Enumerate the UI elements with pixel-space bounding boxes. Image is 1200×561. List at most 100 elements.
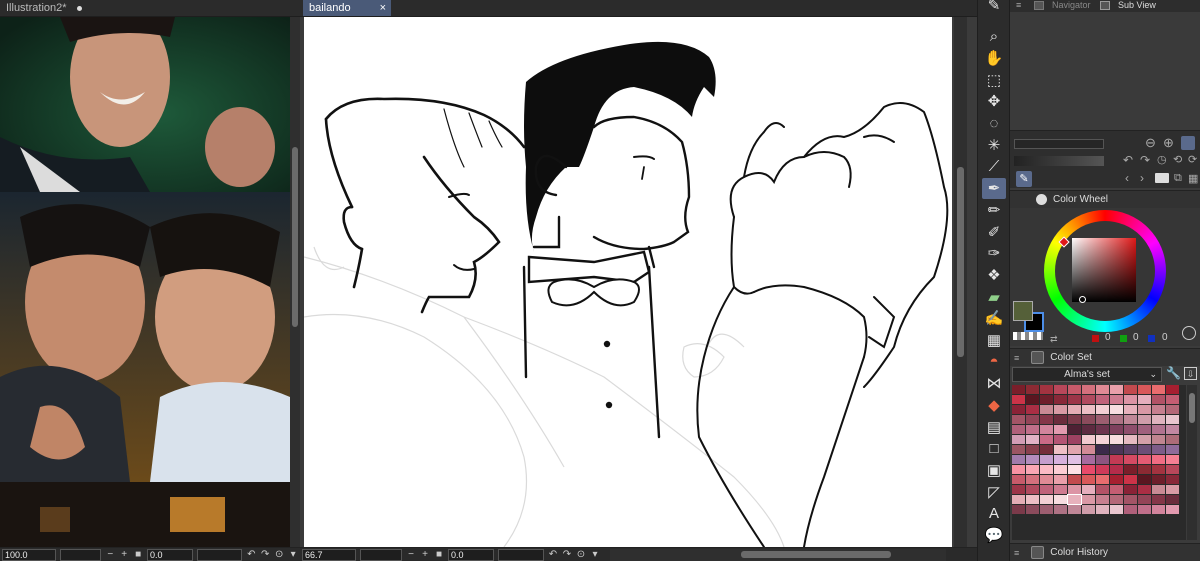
eyedropper-small-icon[interactable]: ✎ [1016,171,1032,187]
color-swatch[interactable] [1054,435,1067,444]
rotate-right-icon[interactable]: ↷ [260,549,270,560]
color-swatch[interactable] [1012,455,1025,464]
color-swatch[interactable] [1082,425,1095,434]
zoom-field[interactable]: 100.0 [2,548,56,561]
color-swatch[interactable] [1068,485,1081,494]
color-swatch[interactable] [1166,465,1179,474]
color-swatch[interactable] [1054,485,1067,494]
swap-colors-icon[interactable]: ⇄ [1050,334,1058,345]
hscroll-bar[interactable] [610,548,946,561]
color-swatch[interactable] [1152,475,1165,484]
zoom-in-button[interactable]: + [420,549,430,560]
color-swatch[interactable] [1026,465,1039,474]
scroll-thumb[interactable] [957,167,964,357]
color-swatch[interactable] [1124,495,1137,504]
color-swatch[interactable] [1026,445,1039,454]
color-swatch[interactable] [1040,405,1053,414]
panel-menu-icon[interactable]: ≡ [1014,353,1019,363]
zoom-slider[interactable] [360,548,402,561]
rotate-left-icon[interactable]: ↶ [1123,153,1133,167]
color-swatch[interactable] [1054,445,1067,454]
color-swatch[interactable] [1138,455,1151,464]
tool-airbrush[interactable]: ✑ [982,243,1006,264]
color-swatch[interactable] [1026,395,1039,404]
rotate-field[interactable]: 0.0 [448,548,494,561]
tool-figure[interactable]: □ [982,438,1006,459]
tool-object[interactable]: ⬚ [982,69,1006,90]
panel-menu-icon[interactable]: ≡ [1016,0,1021,10]
zoom-out-button[interactable]: − [105,549,115,560]
color-swatch[interactable] [1166,475,1179,484]
tool-pen[interactable]: ✒ [982,177,1006,199]
color-swatch[interactable] [1082,485,1095,494]
color-swatch[interactable] [1138,395,1151,404]
color-swatch[interactable] [1166,385,1179,394]
color-swatch[interactable] [1026,385,1039,394]
color-swatch[interactable] [1068,475,1081,484]
zoom-slider[interactable] [59,548,102,561]
zoom-out-icon[interactable]: ⊖ [1145,135,1156,151]
color-swatch[interactable] [1166,405,1179,414]
color-swatch[interactable] [1054,415,1067,424]
color-swatch[interactable] [1110,465,1123,474]
color-swatch[interactable] [1054,425,1067,434]
tool-hand[interactable]: ✋ [982,47,1006,68]
color-swatch[interactable] [1124,445,1137,454]
color-swatch[interactable] [1138,435,1151,444]
reference-photo[interactable] [0,17,290,547]
color-swatch[interactable] [1110,475,1123,484]
tool-pattern[interactable]: ▦ [982,330,1006,351]
redo-icon[interactable]: ⟳ [1188,153,1197,166]
color-swatch[interactable] [1096,485,1109,494]
color-swatch[interactable] [1012,495,1025,504]
tab-left-doc[interactable]: Illustration2* [0,0,88,16]
zoom-out-button[interactable]: − [406,549,416,560]
color-swatch[interactable] [1082,395,1095,404]
undo-icon[interactable]: ⟲ [1173,153,1182,166]
color-swatch[interactable] [1110,455,1123,464]
color-swatch[interactable] [1138,425,1151,434]
rotate-left-icon[interactable]: ↶ [246,549,256,560]
tool-ruler[interactable]: ◸ [982,481,1006,502]
color-swatch[interactable] [1054,455,1067,464]
color-swatch[interactable] [1096,475,1109,484]
color-swatch[interactable] [1068,415,1081,424]
color-swatch[interactable] [1012,485,1025,494]
color-swatch[interactable] [1068,435,1081,444]
color-swatch[interactable] [1082,465,1095,474]
color-swatch[interactable] [1152,445,1165,454]
color-swatch[interactable] [1068,385,1081,394]
color-swatch[interactable] [1124,465,1137,474]
color-swatch[interactable] [1124,485,1137,494]
color-swatch[interactable] [1068,445,1081,454]
color-swatch[interactable] [1124,475,1137,484]
color-swatch[interactable] [1054,475,1067,484]
color-swatch[interactable] [1012,395,1025,404]
canvas[interactable] [304,17,952,547]
color-swatch[interactable] [1096,385,1109,394]
canvas-area[interactable] [300,17,967,547]
tool-zoom[interactable]: ⌕ [982,26,1006,47]
color-swatch[interactable] [1166,425,1179,434]
color-swatch[interactable] [1082,475,1095,484]
color-swatch[interactable] [1040,385,1053,394]
color-swatch[interactable] [1096,435,1109,444]
color-set-scrollbar[interactable] [1187,385,1197,540]
color-swatch[interactable] [1110,445,1123,454]
color-swatch[interactable] [1166,435,1179,444]
color-swatch[interactable] [1026,425,1039,434]
color-swatch[interactable] [1040,465,1053,474]
color-swatch[interactable] [1012,445,1025,454]
wrench-icon[interactable]: 🔧 [1166,366,1181,381]
folder-icon[interactable] [1155,173,1169,183]
tool-brush[interactable]: ✐ [982,221,1006,242]
color-swatch[interactable] [1040,445,1053,454]
color-swatch[interactable] [1138,405,1151,414]
color-swatch[interactable] [1110,395,1123,404]
color-swatch[interactable] [1040,485,1053,494]
color-swatch[interactable] [1054,385,1067,394]
color-swatch[interactable] [1138,495,1151,504]
color-swatch[interactable] [1166,395,1179,404]
tool-bow[interactable]: ⋈ [982,373,1006,394]
color-swatch[interactable] [1124,455,1137,464]
